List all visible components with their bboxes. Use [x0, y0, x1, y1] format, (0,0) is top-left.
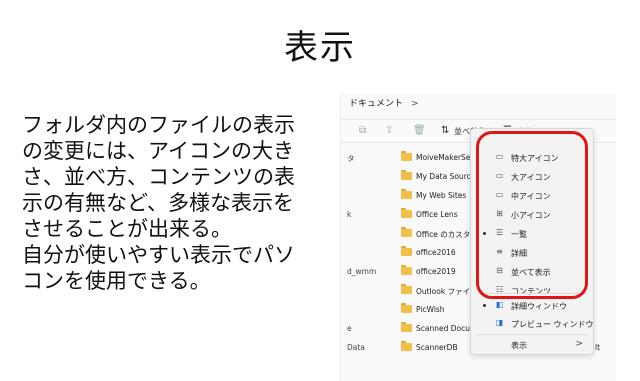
copy-icon[interactable]: ⧉ [359, 125, 366, 136]
item-label: PicWish [416, 305, 445, 314]
item-label: ScannerDB [416, 343, 458, 352]
folder-icon [401, 208, 412, 218]
item-label: Outlook ファイル [416, 287, 478, 296]
folder-icon [401, 189, 412, 199]
folder-icon [401, 246, 412, 256]
pane-icon: ◨ [495, 318, 504, 327]
column-label: e [347, 324, 352, 333]
slide-body-text: フォルダ内のファイルの表示の変更には、アイコンの大きさ、並べ方、コンテンツの表示… [22, 113, 295, 293]
folder-icon [401, 151, 412, 161]
slide-title: 表示 [284, 28, 356, 68]
column-label: タ [347, 154, 355, 163]
menu-item-details-pane[interactable]: ◧ 詳細ウィンドウ [471, 297, 593, 315]
item-label: 詳細ウィンドウ [511, 302, 567, 311]
item-label: office2016 [416, 248, 456, 257]
menu-item-preview-pane[interactable]: ◨ プレビュー ウィンドウ [471, 315, 594, 333]
breadcrumb[interactable]: ドキュメント > [349, 96, 419, 109]
trash-icon[interactable]: 🗑 [413, 125, 426, 136]
highlight-outline [476, 131, 588, 299]
column-label: Data [347, 343, 365, 352]
item-label: My Web Sites [416, 191, 467, 200]
chevron-right-icon: > [411, 99, 419, 109]
item-label: office2019 [416, 267, 456, 276]
folder-icon [401, 341, 412, 351]
item-label: プレビュー ウィンドウ [511, 320, 594, 329]
item-label: Office Lens [416, 210, 458, 219]
item-label: 表示 [511, 341, 527, 350]
chevron-right-icon: > [575, 339, 583, 349]
folder-icon [401, 227, 412, 237]
folder-icon [401, 265, 412, 275]
selected-dot-icon [483, 304, 486, 307]
share-icon[interactable]: ⇪ [385, 125, 393, 136]
folder-icon [401, 322, 412, 332]
menu-divider [477, 334, 587, 335]
column-label: k [347, 210, 352, 219]
menu-item-show-submenu[interactable]: 表示 > [471, 336, 593, 354]
breadcrumb-documents[interactable]: ドキュメント [349, 99, 403, 109]
folder-icon [401, 303, 412, 313]
item-label: lt [595, 343, 601, 352]
folder-icon [401, 170, 412, 180]
pane-icon: ◧ [495, 300, 504, 309]
folder-icon [401, 284, 412, 294]
sort-icon: ⇅ [441, 125, 450, 136]
column-label: d_wmm [347, 267, 377, 276]
